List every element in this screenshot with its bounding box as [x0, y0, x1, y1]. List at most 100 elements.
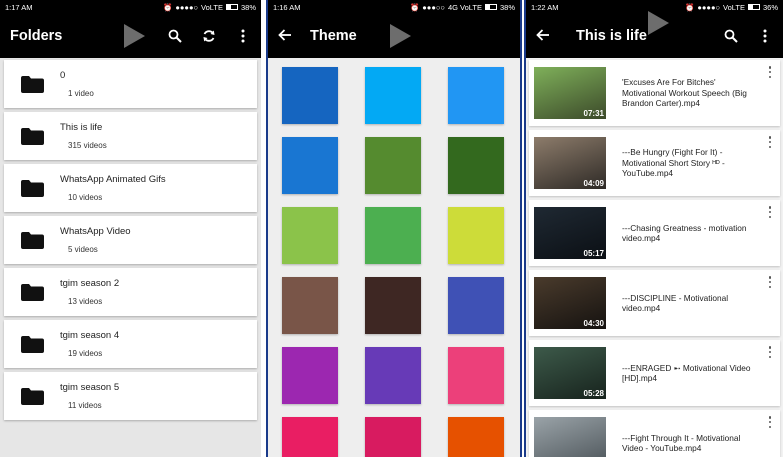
theme-swatch[interactable]	[282, 417, 338, 457]
video-title: ---Chasing Greatness - motivation video.…	[622, 222, 747, 244]
folder-icon	[4, 179, 60, 197]
alarm-icon: ⏰	[163, 2, 173, 12]
toolbar: Theme	[268, 14, 520, 58]
battery-icon	[225, 4, 238, 10]
theme-swatch[interactable]	[282, 207, 338, 264]
video-thumbnail: 04:30	[534, 277, 606, 329]
video-title: ---ENRAGED ➸ Motivational Video [HD].mp4	[622, 362, 751, 384]
theme-swatch-grid	[268, 58, 520, 457]
theme-swatch[interactable]	[365, 137, 421, 194]
alarm-icon: ⏰	[685, 2, 695, 12]
toolbar: Folders	[0, 14, 261, 58]
folder-item[interactable]: WhatsApp Animated Gifs 10 videos	[4, 164, 257, 212]
theme-swatch[interactable]	[448, 207, 504, 264]
alarm-icon: ⏰	[409, 2, 420, 12]
video-list: 07:31 'Excuses Are For Bitches' Motivatio…	[526, 58, 783, 457]
folder-item[interactable]: tgim season 5 11 videos	[4, 372, 257, 420]
folder-item[interactable]: tgim season 2 13 videos	[4, 268, 257, 316]
video-duration: 04:09	[583, 179, 604, 188]
folder-item[interactable]: 01 video	[4, 60, 257, 108]
more-vert-icon[interactable]	[235, 28, 251, 44]
back-arrow-icon[interactable]	[278, 28, 294, 44]
folder-name: tgim season 4	[60, 330, 120, 341]
video-thumbnail: 05:17	[534, 207, 606, 259]
folder-icon	[4, 335, 60, 353]
page-title: This is life	[576, 28, 647, 44]
back-arrow-icon[interactable]	[536, 28, 552, 44]
battery-level: 38%	[499, 2, 515, 12]
videos-screen: 1:22 AM ⏰ ●●●●○ VoLTE 36% This is life 0…	[524, 0, 783, 457]
battery-level: 36%	[762, 2, 778, 12]
folder-name: WhatsApp Animated Gifs	[60, 174, 166, 185]
video-item[interactable]: 05:17 ---Chasing Greatness - motivation v…	[529, 200, 780, 266]
video-thumbnail: 04:09	[534, 137, 606, 189]
carrier-label: VoLTE	[201, 2, 223, 12]
theme-swatch[interactable]	[282, 67, 338, 124]
video-item[interactable]: 04:30 ---DISCIPLINE - Motivational video.…	[529, 270, 780, 336]
theme-swatch[interactable]	[365, 207, 421, 264]
battery-icon	[747, 4, 760, 10]
theme-swatch[interactable]	[448, 277, 504, 334]
theme-swatch[interactable]	[448, 417, 504, 457]
folder-icon	[4, 387, 60, 405]
video-thumbnail: 05:28	[534, 347, 606, 399]
video-item[interactable]: 04:09 ---Be Hungry (Fight For It) - Motiv…	[529, 130, 780, 196]
search-icon[interactable]	[723, 28, 739, 44]
folder-name: This is life	[60, 122, 103, 133]
battery-icon	[484, 4, 497, 10]
folder-name: WhatsApp Video	[60, 226, 131, 237]
folder-count: 10 videos	[68, 193, 103, 202]
folders-screen: 1:17 AM ⏰ ●●●●○ VoLTE 38% Folders 0 1 vi…	[0, 0, 261, 457]
video-title: ---Be Hungry (Fight For It) - Motivation…	[622, 147, 725, 179]
video-item[interactable]: 07:31 'Excuses Are For Bitches' Motivatio…	[529, 60, 780, 126]
theme-swatch[interactable]	[365, 277, 421, 334]
play-watermark-icon	[648, 11, 669, 35]
folder-icon	[4, 283, 60, 301]
video-title: 'Excuses Are For Bitches' Motivational W…	[622, 77, 747, 109]
battery-level: 38%	[240, 2, 256, 12]
folder-list: 01 video This is life 315 videos WhatsApp…	[0, 58, 261, 426]
more-vert-icon[interactable]	[768, 136, 772, 148]
theme-swatch[interactable]	[448, 67, 504, 124]
folder-icon	[4, 75, 60, 93]
theme-swatch[interactable]	[448, 347, 504, 404]
theme-screen: 1:16 AM ⏰ ●●●○○ 4G VoLTE 38% Theme	[266, 0, 522, 457]
theme-swatch[interactable]	[282, 347, 338, 404]
video-item[interactable]: 05:28 ---ENRAGED ➸ Motivational Video [HD…	[529, 340, 780, 406]
theme-swatch[interactable]	[365, 67, 421, 124]
status-time: 1:16 AM	[273, 2, 301, 12]
status-bar: 1:17 AM ⏰ ●●●●○ VoLTE 38%	[0, 0, 261, 14]
more-vert-icon[interactable]	[768, 206, 772, 218]
signal-icon: ●●●●○	[697, 2, 721, 12]
folder-name: tgim season 5	[60, 382, 120, 393]
folder-name: 0	[60, 70, 66, 81]
more-vert-icon[interactable]	[757, 28, 773, 44]
more-vert-icon[interactable]	[768, 276, 772, 288]
theme-swatch[interactable]	[365, 417, 421, 457]
video-thumbnail	[534, 417, 606, 457]
folder-item[interactable]: This is life 315 videos	[4, 112, 257, 160]
status-bar: 1:16 AM ⏰ ●●●○○ 4G VoLTE 38%	[268, 0, 520, 14]
theme-swatch[interactable]	[365, 347, 421, 404]
refresh-icon[interactable]	[201, 28, 217, 44]
folder-icon	[4, 231, 60, 249]
play-watermark-icon	[390, 24, 411, 48]
theme-swatch[interactable]	[448, 137, 504, 194]
carrier-label: VoLTE	[723, 2, 745, 12]
search-icon[interactable]	[167, 28, 183, 44]
folder-count: 13 videos	[68, 297, 103, 306]
more-vert-icon[interactable]	[768, 346, 772, 358]
page-title: Theme	[310, 28, 357, 44]
status-time: 1:22 AM	[531, 2, 559, 12]
folder-item[interactable]: WhatsApp Video 5 videos	[4, 216, 257, 264]
video-duration: 05:28	[583, 389, 604, 398]
folder-item[interactable]: tgim season 4 19 videos	[4, 320, 257, 368]
theme-swatch[interactable]	[282, 137, 338, 194]
more-vert-icon[interactable]	[768, 416, 772, 428]
video-item[interactable]: ---Fight Through It - Motivational Video…	[529, 410, 780, 457]
status-time: 1:17 AM	[5, 2, 33, 12]
more-vert-icon[interactable]	[768, 66, 772, 78]
theme-swatch[interactable]	[282, 277, 338, 334]
signal-icon: ●●●●○	[175, 2, 199, 12]
video-thumbnail: 07:31	[534, 67, 606, 119]
